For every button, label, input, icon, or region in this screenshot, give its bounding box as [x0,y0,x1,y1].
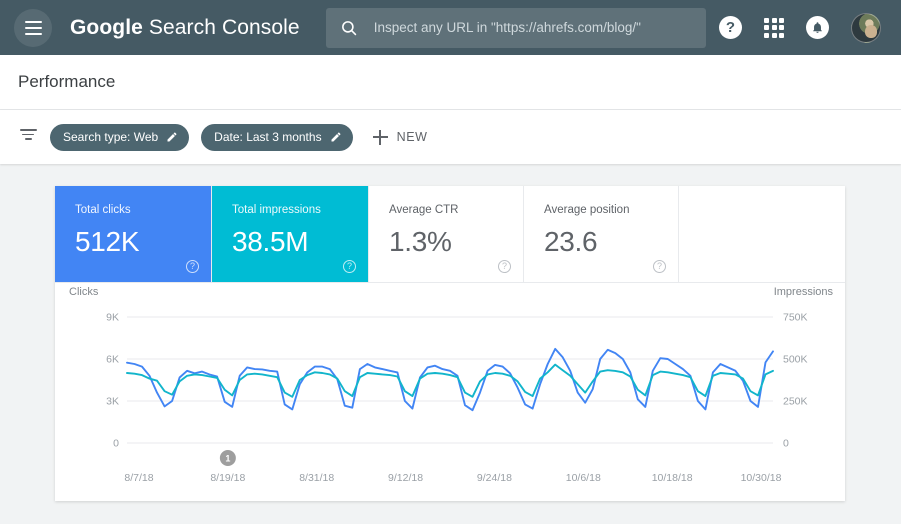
filter-bar: Search type: Web Date: Last 3 months NEW [0,110,901,164]
metric-card-average-ctr[interactable]: Average CTR 1.3% ? [369,186,524,282]
pencil-icon [331,132,341,142]
help-icon[interactable]: ? [343,260,356,273]
page-title: Performance [18,72,116,91]
metric-value: 1.3% [389,226,452,257]
chart-series-clicks [126,363,774,398]
chart-right-tick: 0 [783,438,789,450]
metric-label: Total clicks [75,204,131,216]
chart-x-tick: 8/19/18 [210,472,245,484]
metric-card-total-impressions[interactable]: Total impressions 38.5M ? [212,186,369,282]
chart-left-axis-title: Clicks [69,286,99,298]
metric-card-empty-slot [679,186,845,282]
new-filter-label: NEW [396,130,428,144]
help-icon[interactable]: ? [653,260,666,273]
bell-glyph [813,22,822,33]
chart-right-tick: 750K [783,312,808,324]
metric-value: 23.6 [544,226,598,257]
url-inspection-search-box[interactable] [325,7,706,48]
chart-x-tick: 10/6/18 [566,472,601,484]
brand-product-text: Search Console [142,15,300,39]
metric-value: 512K [75,226,140,257]
notifications-bell-icon[interactable] [806,16,829,39]
brand-google-text: Google [70,15,143,39]
performance-chart: Clicks Impressions 9K 750K 6K 500K 3K 250K 0 0 8… [55,283,845,501]
top-bar-actions: ? [719,12,887,43]
metric-card-row: Total clicks 512K ? Total impressions 38… [55,186,845,283]
search-input[interactable] [373,20,692,35]
chart-canvas[interactable]: 9K 750K 6K 500K 3K 250K 0 0 8/7/18 8/19/18 8/31/18… [55,295,845,500]
hamburger-menu-icon[interactable] [14,8,52,47]
chart-right-tick: 250K [783,396,808,408]
plus-icon [372,129,388,145]
chart-right-axis-title: Impressions [773,286,833,298]
chart-left-tick: 0 [113,438,119,450]
chart-x-tick: 10/18/18 [652,472,693,484]
metric-card-average-position[interactable]: Average position 23.6 ? [524,186,679,282]
page-header: Performance [0,55,901,110]
metric-label: Average position [544,204,630,216]
chart-x-tick: 10/30/18 [741,472,782,484]
metric-label: Total impressions [232,204,321,216]
pencil-icon [167,132,177,142]
top-app-bar: Google Search Console ? [0,0,901,55]
filter-chip-search-type[interactable]: Search type: Web [50,123,190,151]
help-icon[interactable]: ? [498,260,511,273]
chart-annotation-label: 1 [225,454,230,464]
search-console-app: Google Search Console ? P [0,0,901,524]
metric-label: Average CTR [389,204,459,216]
chart-right-tick: 500K [783,354,808,366]
metric-value: 38.5M [232,226,309,257]
chart-x-tick: 8/31/18 [299,472,334,484]
help-icon[interactable]: ? [186,260,199,273]
new-filter-button[interactable]: NEW [372,129,428,145]
filter-icon[interactable] [18,129,38,145]
app-brand[interactable]: Google Search Console [70,16,300,40]
chart-left-tick: 3K [106,396,119,408]
chart-left-tick: 9K [106,312,119,324]
filter-chip-date[interactable]: Date: Last 3 months [201,123,353,151]
chart-x-tick: 9/12/18 [388,472,423,484]
filter-chip-search-type-label: Search type: Web [63,130,159,144]
help-icon[interactable]: ? [719,16,742,39]
help-glyph: ? [725,19,736,36]
content-area: Total clicks 512K ? Total impressions 38… [0,164,901,501]
apps-grid-icon[interactable] [764,17,784,38]
search-icon [341,20,356,35]
chart-x-tick: 9/24/18 [477,472,512,484]
performance-panel: Total clicks 512K ? Total impressions 38… [55,186,845,501]
chart-left-tick: 6K [106,354,119,366]
metric-card-total-clicks[interactable]: Total clicks 512K ? [55,186,212,282]
chart-x-tick: 8/7/18 [124,472,153,484]
user-avatar[interactable] [851,12,881,43]
filter-chip-date-label: Date: Last 3 months [214,130,322,144]
